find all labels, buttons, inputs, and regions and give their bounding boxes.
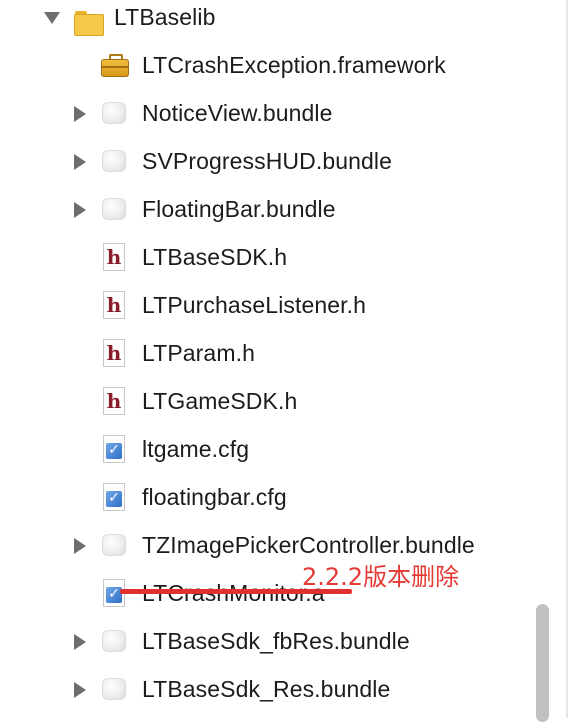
row-label: SVProgressHUD.bundle — [142, 148, 393, 174]
bundle-icon — [100, 531, 128, 559]
framework-icon — [100, 52, 129, 80]
cfg-file-icon: ✓ — [100, 435, 128, 463]
disclosure-closed-icon[interactable] — [74, 538, 86, 554]
disclosure-closed-icon[interactable] — [74, 202, 86, 218]
bundle-icon — [100, 147, 128, 175]
cfg-file-icon: ✓ — [100, 483, 128, 511]
navigator-row-ltgamesdk-h[interactable]: h LTGameSDK.h — [0, 377, 540, 425]
row-label: LTCrashException.framework — [142, 52, 446, 78]
bundle-icon — [100, 99, 128, 127]
row-label: LTBaseSdk_Res.bundle — [142, 676, 391, 702]
navigator-row-ltgame-cfg[interactable]: ✓ ltgame.cfg — [0, 425, 540, 473]
header-file-icon: h — [100, 387, 128, 415]
removal-annotation: 2.2.2版本删除 — [302, 563, 460, 591]
navigator-row-ltbasesdk-res-bundle[interactable]: LTBaseSdk_Res.bundle — [0, 665, 540, 713]
header-file-icon: h — [100, 291, 128, 319]
disclosure-closed-icon[interactable] — [74, 634, 86, 650]
navigator-row-ltbasesdk-h[interactable]: h LTBaseSDK.h — [0, 233, 540, 281]
row-label: floatingbar.cfg — [142, 484, 287, 510]
row-label: TZImagePickerController.bundle — [142, 532, 475, 558]
navigator-row-ltbasesdk-fbres-bundle[interactable]: LTBaseSdk_fbRes.bundle — [0, 617, 540, 665]
row-label: LTBaseSdk_fbRes.bundle — [142, 628, 410, 654]
disclosure-closed-icon[interactable] — [74, 682, 86, 698]
disclosure-closed-icon[interactable] — [74, 106, 86, 122]
bundle-icon — [100, 195, 128, 223]
row-label: LTParam.h — [142, 340, 255, 366]
project-navigator: LTBaselib LTCrashException.framework Not… — [0, 0, 568, 718]
row-label: FloatingBar.bundle — [142, 196, 336, 222]
navigator-row-floatingbar-cfg[interactable]: ✓ floatingbar.cfg — [0, 473, 540, 521]
disclosure-closed-icon[interactable] — [74, 154, 86, 170]
navigator-row-floatingbar-bundle[interactable]: FloatingBar.bundle — [0, 185, 540, 233]
bundle-icon — [100, 675, 128, 703]
header-file-icon: h — [100, 243, 128, 271]
row-label: LTBaselib — [114, 4, 216, 30]
row-label: ltgame.cfg — [142, 436, 250, 462]
navigator-row-ltcrashexception-framework[interactable]: LTCrashException.framework — [0, 41, 540, 89]
row-label: NoticeView.bundle — [142, 100, 333, 126]
header-file-icon: h — [100, 339, 128, 367]
navigator-row-ltpurchaselistener-h[interactable]: h LTPurchaseListener.h — [0, 281, 540, 329]
disclosure-open-icon[interactable] — [44, 12, 60, 24]
row-label: LTPurchaseListener.h — [142, 292, 367, 318]
scrollbar-thumb[interactable] — [536, 604, 549, 722]
navigator-row-ltparam-h[interactable]: h LTParam.h — [0, 329, 540, 377]
row-label: LTBaseSDK.h — [142, 244, 288, 270]
bundle-icon — [100, 627, 128, 655]
navigator-row-svprogresshud-bundle[interactable]: SVProgressHUD.bundle — [0, 137, 540, 185]
row-label: LTGameSDK.h — [142, 388, 298, 414]
navigator-row-noticeview-bundle[interactable]: NoticeView.bundle — [0, 89, 540, 137]
folder-icon — [74, 10, 104, 38]
